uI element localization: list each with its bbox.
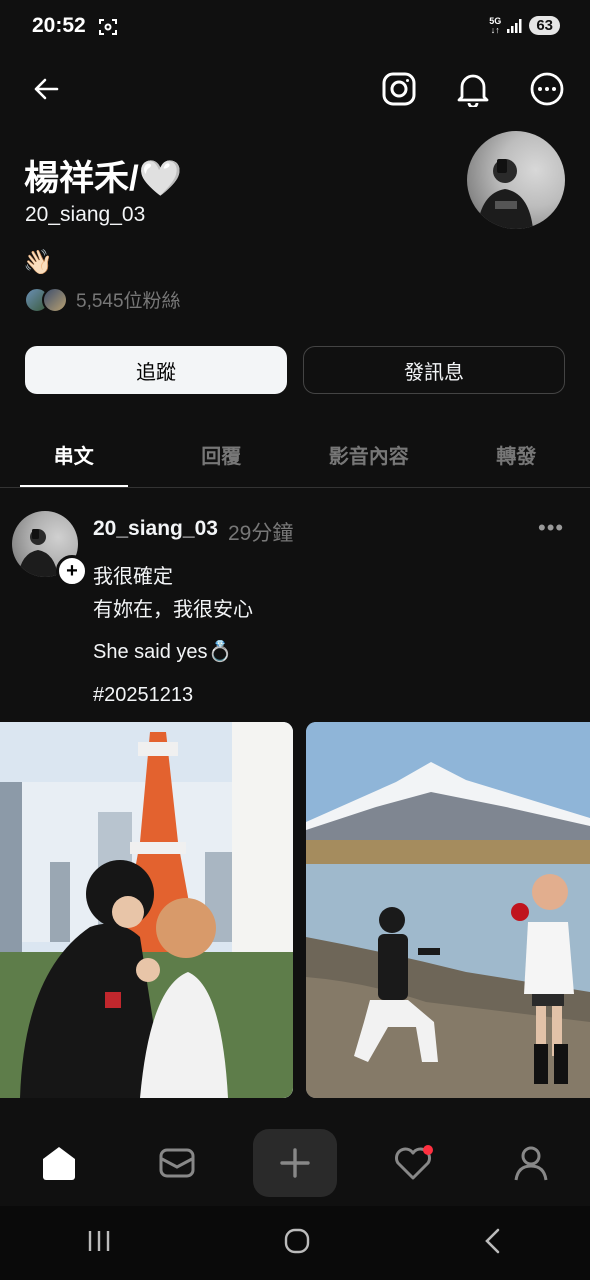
post-text-line: She said yes💍	[93, 641, 233, 663]
screenshot-icon	[98, 17, 118, 42]
post-text-line: 有妳在，我很安心	[93, 599, 253, 621]
home-icon[interactable]	[17, 1129, 101, 1197]
network-indicator: 5G ↓↑	[489, 15, 502, 35]
inbox-icon[interactable]	[135, 1129, 219, 1197]
follower-avatar	[42, 286, 68, 313]
profile-display-name: 楊祥禾/🤍	[24, 159, 183, 198]
post-text-line: 我很確定	[93, 566, 173, 588]
follow-button[interactable]: 追蹤	[25, 346, 287, 394]
notification-dot	[423, 1145, 433, 1155]
recent-apps-icon[interactable]	[86, 1229, 112, 1258]
create-icon[interactable]	[253, 1129, 337, 1197]
bio-emoji: 👋🏻	[23, 249, 53, 276]
post-photo-tokyo-tower[interactable]	[0, 722, 293, 1098]
bell-icon[interactable]	[453, 69, 493, 109]
tab-reposts[interactable]: 轉發	[443, 430, 590, 487]
status-icons: 5G ↓↑ 63	[489, 16, 560, 35]
profile-avatar[interactable]	[467, 131, 565, 229]
profile-tabs: 串文 回覆 影音內容 轉發	[0, 430, 590, 488]
system-navigation	[0, 1206, 590, 1280]
tab-threads[interactable]: 串文	[0, 430, 148, 487]
battery-badge: 63	[529, 16, 560, 35]
tab-replies[interactable]: 回覆	[148, 430, 296, 487]
follow-plus-icon[interactable]: +	[56, 555, 88, 587]
instagram-icon[interactable]	[379, 69, 419, 109]
post-photo-mount-fuji[interactable]	[306, 722, 590, 1098]
status-time: 20:52	[32, 14, 86, 37]
back-arrow-icon[interactable]	[26, 69, 66, 109]
back-system-icon[interactable]	[482, 1227, 504, 1260]
profile-username: 20_siang_03	[25, 203, 146, 226]
message-button[interactable]: 發訊息	[303, 346, 565, 394]
post-username[interactable]: 20_siang_03	[93, 517, 218, 541]
bottom-navigation	[0, 1118, 590, 1208]
profile-icon[interactable]	[489, 1129, 573, 1197]
signal-icon	[507, 18, 522, 33]
followers-link[interactable]: 5,545位粉絲	[24, 286, 181, 313]
post-hashtag[interactable]: #20251213	[93, 684, 193, 707]
post-timestamp: 29分鐘	[228, 522, 294, 545]
followers-count: 5,545位粉絲	[76, 291, 181, 312]
activity-heart-icon[interactable]	[371, 1129, 455, 1197]
home-system-icon[interactable]	[283, 1227, 311, 1260]
post-more-icon[interactable]: •••	[538, 515, 564, 541]
tab-media[interactable]: 影音內容	[295, 430, 443, 487]
more-options-icon[interactable]	[527, 69, 567, 109]
